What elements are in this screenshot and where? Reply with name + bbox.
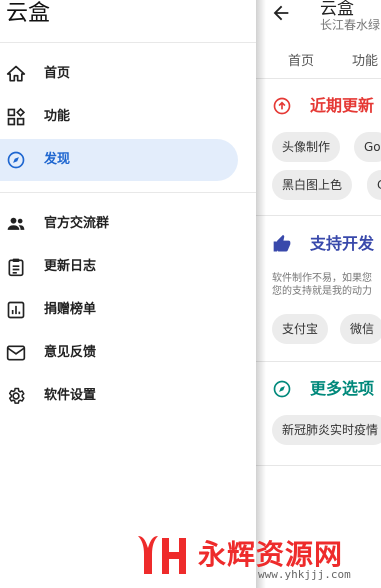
drawer-item-changelog[interactable]: 更新日志 <box>0 246 238 288</box>
divider <box>256 361 381 362</box>
chip-go[interactable]: Go <box>354 132 381 162</box>
chip-wechat[interactable]: 微信 <box>340 314 381 344</box>
home-icon <box>6 65 26 82</box>
drawer-item-label: 首页 <box>44 66 71 81</box>
drawer-item-home[interactable]: 首页 <box>0 53 238 95</box>
drawer-item-label: 官方交流群 <box>44 216 110 231</box>
background-page: 云盒 长江春水绿 首页 功能 近期更新 头像制作 Go 黑白图上色 C 支持开发… <box>256 0 381 588</box>
drawer-item-label: 功能 <box>44 109 71 124</box>
drawer-item-discover[interactable]: 发现 <box>0 139 238 181</box>
section-more: 更多选项 新冠肺炎实时疫情 <box>256 377 381 457</box>
watermark-text: 永辉资源网 <box>198 538 344 571</box>
compass-icon <box>273 380 291 398</box>
chip-colorize[interactable]: 黑白图上色 <box>272 170 353 200</box>
divider <box>256 465 381 466</box>
arrow-up-circle-icon <box>273 97 291 115</box>
section-title: 近期更新 <box>310 96 375 115</box>
chip-c[interactable]: C <box>367 170 381 200</box>
chip-alipay[interactable]: 支付宝 <box>272 314 329 344</box>
dashboard-icon <box>7 107 26 126</box>
divider <box>256 78 381 79</box>
support-desc-line1: 软件制作不易，如果您 <box>272 273 372 284</box>
chip-covid[interactable]: 新冠肺炎实时疫情 <box>272 415 381 445</box>
navigation-drawer: 云盒 首页 功能 发现 官方交流群 更新日志 捐赠榜单 意见反馈 软件设置 <box>0 0 256 588</box>
section-title: 更多选项 <box>310 379 375 398</box>
drawer-item-feedback[interactable]: 意见反馈 <box>0 332 238 374</box>
drawer-item-label: 发现 <box>44 152 71 167</box>
drawer-shadow <box>256 0 266 588</box>
watermark-logo <box>138 536 186 574</box>
drawer-item-label: 软件设置 <box>44 388 97 403</box>
compass-icon <box>7 151 25 169</box>
watermark-url: www.yhkjjj.com <box>258 568 351 581</box>
tab-features[interactable]: 功能 <box>352 50 378 69</box>
mail-icon <box>6 345 26 361</box>
drawer-item-label: 捐赠榜单 <box>44 302 97 317</box>
app-bar: 云盒 长江春水绿 首页 功能 <box>256 0 381 78</box>
chart-icon <box>7 301 25 319</box>
recent-header <box>272 94 292 118</box>
section-recent-updates: 近期更新 头像制作 Go 黑白图上色 C <box>256 94 381 214</box>
support-desc-line2: 您的支持就是我的动力 <box>272 286 372 297</box>
section-title: 支持开发 <box>310 234 375 253</box>
drawer-item-label: 意见反馈 <box>44 345 97 360</box>
divider <box>0 192 256 193</box>
drawer-item-label: 更新日志 <box>44 259 97 274</box>
drawer-item-donations[interactable]: 捐赠榜单 <box>0 289 238 331</box>
chip-avatar-maker[interactable]: 头像制作 <box>272 132 341 162</box>
back-arrow-icon[interactable] <box>270 2 292 24</box>
drawer-item-settings[interactable]: 软件设置 <box>0 375 238 417</box>
support-header <box>272 232 292 256</box>
app-subtitle: 长江春水绿 <box>320 18 381 32</box>
section-support: 支持开发 软件制作不易，如果您 您的支持就是我的动力 支付宝 微信 <box>256 232 381 352</box>
group-icon <box>7 217 25 230</box>
more-header <box>272 377 292 401</box>
drawer-title: 云盒 <box>6 1 51 26</box>
clipboard-icon <box>8 258 24 277</box>
divider <box>256 215 381 216</box>
tab-home[interactable]: 首页 <box>288 50 314 69</box>
divider <box>0 42 256 43</box>
thumb-up-icon <box>273 234 291 252</box>
drawer-item-features[interactable]: 功能 <box>0 96 238 138</box>
drawer-item-group[interactable]: 官方交流群 <box>0 203 238 245</box>
gear-icon <box>8 387 25 404</box>
